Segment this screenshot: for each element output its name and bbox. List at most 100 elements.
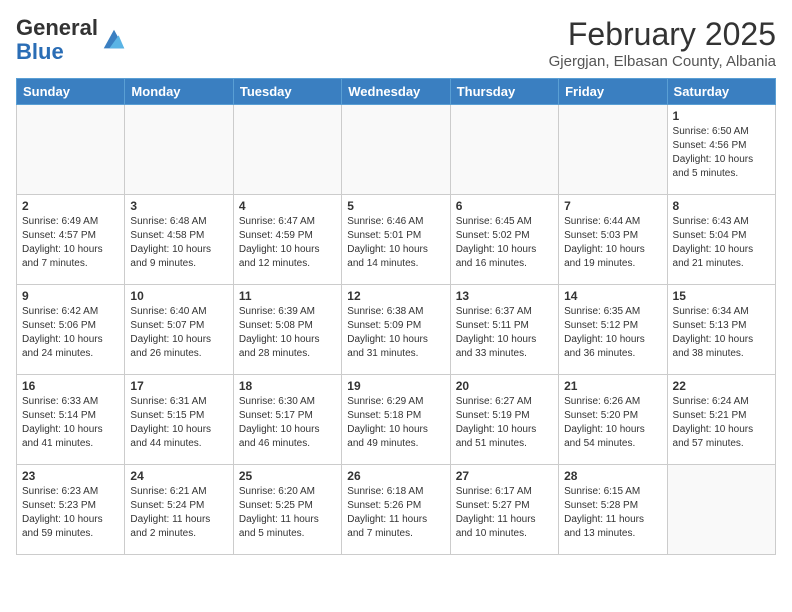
day-info: Sunrise: 6:50 AM Sunset: 4:56 PM Dayligh… <box>673 125 770 181</box>
weekday-header-wednesday: Wednesday <box>342 79 450 105</box>
day-number: 7 <box>564 199 661 213</box>
calendar-cell: 13 Sunrise: 6:37 AM Sunset: 5:11 PM Dayli… <box>450 285 558 375</box>
day-info: Sunrise: 6:46 AM Sunset: 5:01 PM Dayligh… <box>347 215 444 271</box>
calendar-cell: 2Sunrise: 6:49 AM Sunset: 4:57 PM Daylig… <box>17 195 125 285</box>
day-info: Sunrise: 6:35 AM Sunset: 5:12 PM Dayligh… <box>564 305 661 361</box>
calendar-cell <box>233 105 341 195</box>
day-info: Sunrise: 6:44 AM Sunset: 5:03 PM Dayligh… <box>564 215 661 271</box>
calendar-cell: 16 Sunrise: 6:33 AM Sunset: 5:14 PM Dayli… <box>17 375 125 465</box>
week-row-1: 1 Sunrise: 6:50 AM Sunset: 4:56 PM Daylig… <box>17 105 776 195</box>
day-number: 25 <box>239 469 336 483</box>
calendar-cell: 12 Sunrise: 6:38 AM Sunset: 5:09 PM Dayli… <box>342 285 450 375</box>
calendar-cell: 22 Sunrise: 6:24 AM Sunset: 5:21 PM Dayli… <box>667 375 775 465</box>
day-info: Sunrise: 6:48 AM Sunset: 4:58 PM Dayligh… <box>130 215 227 271</box>
calendar-cell <box>667 465 775 555</box>
day-number: 23 <box>22 469 119 483</box>
day-number: 10 <box>130 289 227 303</box>
calendar-cell: 17Sunrise: 6:31 AM Sunset: 5:15 PM Dayli… <box>125 375 233 465</box>
calendar-cell <box>125 105 233 195</box>
day-number: 4 <box>239 199 336 213</box>
week-row-3: 9 Sunrise: 6:42 AM Sunset: 5:06 PM Daylig… <box>17 285 776 375</box>
day-info: Sunrise: 6:26 AM Sunset: 5:20 PM Dayligh… <box>564 395 661 451</box>
day-info: Sunrise: 6:21 AM Sunset: 5:24 PM Dayligh… <box>130 485 227 541</box>
title-area: February 2025 Gjergjan, Elbasan County, … <box>549 16 776 70</box>
calendar-cell: 4 Sunrise: 6:47 AM Sunset: 4:59 PM Daylig… <box>233 195 341 285</box>
week-row-5: 23 Sunrise: 6:23 AM Sunset: 5:23 PM Dayli… <box>17 465 776 555</box>
calendar-cell <box>450 105 558 195</box>
day-number: 14 <box>564 289 661 303</box>
day-info: Sunrise: 6:39 AM Sunset: 5:08 PM Dayligh… <box>239 305 336 361</box>
day-number: 12 <box>347 289 444 303</box>
day-number: 13 <box>456 289 553 303</box>
day-number: 11 <box>239 289 336 303</box>
day-info: Sunrise: 6:42 AM Sunset: 5:06 PM Dayligh… <box>22 305 119 361</box>
day-info: Sunrise: 6:18 AM Sunset: 5:26 PM Dayligh… <box>347 485 444 541</box>
day-number: 27 <box>456 469 553 483</box>
calendar-cell: 9 Sunrise: 6:42 AM Sunset: 5:06 PM Daylig… <box>17 285 125 375</box>
day-number: 21 <box>564 379 661 393</box>
calendar-cell: 11 Sunrise: 6:39 AM Sunset: 5:08 PM Dayli… <box>233 285 341 375</box>
day-info: Sunrise: 6:38 AM Sunset: 5:09 PM Dayligh… <box>347 305 444 361</box>
day-number: 22 <box>673 379 770 393</box>
calendar-cell: 15 Sunrise: 6:34 AM Sunset: 5:13 PM Dayli… <box>667 285 775 375</box>
day-number: 5 <box>347 199 444 213</box>
week-row-4: 16 Sunrise: 6:33 AM Sunset: 5:14 PM Dayli… <box>17 375 776 465</box>
page-header: General Blue February 2025 Gjergjan, Elb… <box>16 16 776 70</box>
day-number: 24 <box>130 469 227 483</box>
day-number: 9 <box>22 289 119 303</box>
calendar-cell: 7 Sunrise: 6:44 AM Sunset: 5:03 PM Daylig… <box>559 195 667 285</box>
day-number: 26 <box>347 469 444 483</box>
day-number: 6 <box>456 199 553 213</box>
day-number: 20 <box>456 379 553 393</box>
calendar-cell: 24 Sunrise: 6:21 AM Sunset: 5:24 PM Dayli… <box>125 465 233 555</box>
calendar-cell <box>559 105 667 195</box>
day-number: 3 <box>130 199 227 213</box>
weekday-header-friday: Friday <box>559 79 667 105</box>
calendar-cell: 19 Sunrise: 6:29 AM Sunset: 5:18 PM Dayli… <box>342 375 450 465</box>
logo-blue-text: Blue <box>16 39 64 64</box>
weekday-header-thursday: Thursday <box>450 79 558 105</box>
day-number: 19 <box>347 379 444 393</box>
day-number: 2 <box>22 199 119 213</box>
day-info: Sunrise: 6:29 AM Sunset: 5:18 PM Dayligh… <box>347 395 444 451</box>
day-number: 8 <box>673 199 770 213</box>
day-number: 17 <box>130 379 227 393</box>
weekday-header-sunday: Sunday <box>17 79 125 105</box>
day-info: Sunrise: 6:34 AM Sunset: 5:13 PM Dayligh… <box>673 305 770 361</box>
calendar-cell: 27 Sunrise: 6:17 AM Sunset: 5:27 PM Dayli… <box>450 465 558 555</box>
weekday-header-monday: Monday <box>125 79 233 105</box>
day-info: Sunrise: 6:30 AM Sunset: 5:17 PM Dayligh… <box>239 395 336 451</box>
day-info: Sunrise: 6:27 AM Sunset: 5:19 PM Dayligh… <box>456 395 553 451</box>
day-number: 28 <box>564 469 661 483</box>
calendar-cell: 6Sunrise: 6:45 AM Sunset: 5:02 PM Daylig… <box>450 195 558 285</box>
day-info: Sunrise: 6:23 AM Sunset: 5:23 PM Dayligh… <box>22 485 119 541</box>
day-info: Sunrise: 6:33 AM Sunset: 5:14 PM Dayligh… <box>22 395 119 451</box>
calendar-cell: 28 Sunrise: 6:15 AM Sunset: 5:28 PM Dayli… <box>559 465 667 555</box>
day-number: 16 <box>22 379 119 393</box>
day-info: Sunrise: 6:17 AM Sunset: 5:27 PM Dayligh… <box>456 485 553 541</box>
logo: General Blue <box>16 16 128 64</box>
calendar-cell: 10 Sunrise: 6:40 AM Sunset: 5:07 PM Dayli… <box>125 285 233 375</box>
day-info: Sunrise: 6:24 AM Sunset: 5:21 PM Dayligh… <box>673 395 770 451</box>
day-number: 18 <box>239 379 336 393</box>
day-info: Sunrise: 6:40 AM Sunset: 5:07 PM Dayligh… <box>130 305 227 361</box>
day-info: Sunrise: 6:20 AM Sunset: 5:25 PM Dayligh… <box>239 485 336 541</box>
day-number: 1 <box>673 109 770 123</box>
calendar-cell <box>17 105 125 195</box>
day-info: Sunrise: 6:15 AM Sunset: 5:28 PM Dayligh… <box>564 485 661 541</box>
calendar-header-row: SundayMondayTuesdayWednesdayThursdayFrid… <box>17 79 776 105</box>
month-title: February 2025 <box>549 16 776 53</box>
calendar-cell: 14 Sunrise: 6:35 AM Sunset: 5:12 PM Dayli… <box>559 285 667 375</box>
day-info: Sunrise: 6:47 AM Sunset: 4:59 PM Dayligh… <box>239 215 336 271</box>
day-info: Sunrise: 6:37 AM Sunset: 5:11 PM Dayligh… <box>456 305 553 361</box>
day-number: 15 <box>673 289 770 303</box>
calendar-cell: 3 Sunrise: 6:48 AM Sunset: 4:58 PM Daylig… <box>125 195 233 285</box>
logo-icon <box>100 26 128 54</box>
calendar-cell <box>342 105 450 195</box>
calendar-cell: 23 Sunrise: 6:23 AM Sunset: 5:23 PM Dayli… <box>17 465 125 555</box>
calendar-cell: 21 Sunrise: 6:26 AM Sunset: 5:20 PM Dayli… <box>559 375 667 465</box>
week-row-2: 2Sunrise: 6:49 AM Sunset: 4:57 PM Daylig… <box>17 195 776 285</box>
location-title: Gjergjan, Elbasan County, Albania <box>549 53 776 70</box>
calendar-cell: 25 Sunrise: 6:20 AM Sunset: 5:25 PM Dayli… <box>233 465 341 555</box>
calendar-cell: 5 Sunrise: 6:46 AM Sunset: 5:01 PM Daylig… <box>342 195 450 285</box>
